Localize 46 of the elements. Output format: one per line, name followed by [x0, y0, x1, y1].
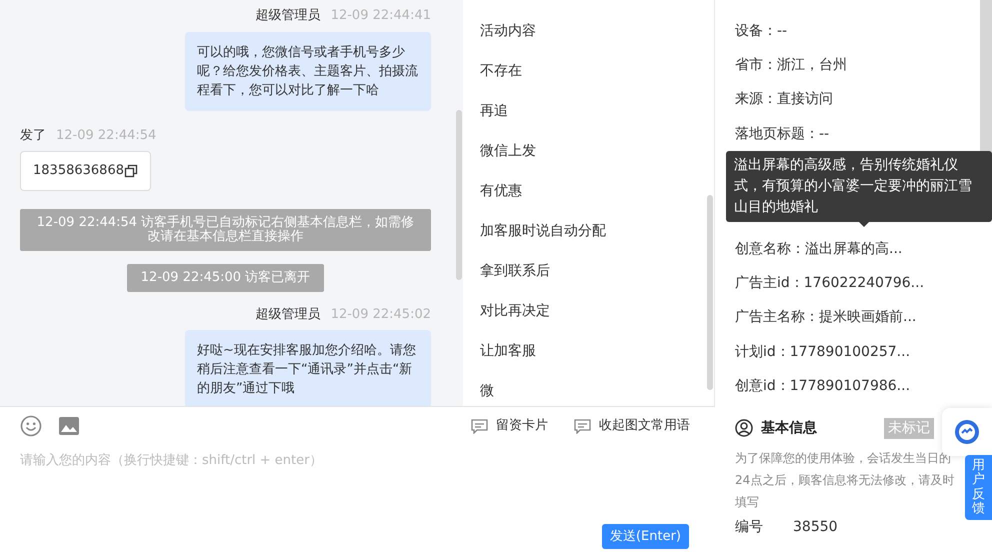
quick-reply-item[interactable]: 再追 — [463, 91, 714, 131]
smiley-icon[interactable] — [20, 415, 42, 437]
section-title: 基本信息 — [761, 418, 817, 438]
message-time: 12-09 22:45:02 — [330, 306, 431, 324]
sender-name: 超级管理员 — [256, 306, 321, 324]
info-field: 落地页标题：-- — [735, 116, 972, 152]
status-tag: 未标记 — [884, 418, 934, 439]
copy-icon[interactable] — [124, 164, 138, 178]
info-field: 创意id：177890107986... — [735, 369, 972, 404]
chat-logo-icon — [954, 419, 980, 445]
info-field: 计划id：177890100257... — [735, 335, 972, 370]
quick-reply-item[interactable]: 有优惠 — [463, 171, 714, 211]
system-notice: 12-09 22:44:54 访客手机号已自动标记右侧基本信息栏，如需修改请在基本信息栏直接操作 — [20, 208, 431, 250]
quick-reply-item[interactable]: 对比再决定 — [463, 291, 714, 331]
quick-reply-item[interactable]: 加客服时说自动分配 — [463, 211, 714, 251]
message-bubble: 好哒~现在安排客服加您介绍哈。请您稍后注意查看一下“通讯录”并点击“新的朋友”通过下哦 — [185, 330, 431, 406]
toolbar-button[interactable]: 留资卡片 — [471, 416, 548, 436]
quick-reply-item[interactable]: 微 — [463, 371, 714, 406]
message-time: 12-09 22:44:41 — [330, 7, 431, 25]
comment-icon — [574, 418, 591, 434]
quick-reply-item[interactable]: 让加客服 — [463, 331, 714, 371]
phone-number: 18358636868 — [33, 162, 124, 180]
message-bubble: 可以的哦，您微信号或者手机号多少呢？给您发价格表、主题客片、拍摄流程看下，您可以对比了解一下哈 — [185, 32, 431, 110]
scrollbar-thumb[interactable] — [707, 195, 713, 390]
info-field: 来源：直接访问 — [735, 82, 972, 117]
scrollbar-thumb[interactable] — [456, 110, 462, 280]
quick-reply-item[interactable]: 拿到联系后 — [463, 251, 714, 291]
info-field: 广告主id：176022240796... — [735, 266, 972, 301]
comment-icon — [471, 418, 488, 434]
user-circle-icon — [735, 419, 753, 438]
toolbar-button[interactable]: 收起图文常用语 — [574, 416, 690, 436]
message-time: 12-09 22:44:54 — [56, 126, 156, 144]
system-notice: 12-09 22:45:00 访客已离开 — [126, 264, 324, 292]
field-value: 38550 — [793, 518, 838, 537]
info-field: 省市：浙江，台州 — [735, 48, 972, 83]
image-icon[interactable] — [58, 416, 80, 436]
quick-reply-item[interactable]: 微信上发 — [463, 131, 714, 171]
tooltip-text: 溢出屏幕的高级感，告别传统婚礼仪式，有预算的小富婆一定要冲的丽江雪山目的地婚礼 — [734, 157, 972, 216]
sender-name: 发了 — [20, 126, 46, 144]
quick-reply-item[interactable]: 不存在 — [463, 51, 714, 91]
info-field: 设备：-- — [735, 14, 972, 48]
info-field: 广告主名称：提米映画婚前... — [735, 300, 972, 336]
sender-name: 超级管理员 — [256, 7, 321, 25]
info-field: 创意名称：溢出屏幕的高... — [735, 232, 972, 266]
quick-reply-item[interactable]: 活动内容 — [463, 11, 714, 51]
field-label: 编号 — [735, 518, 763, 537]
